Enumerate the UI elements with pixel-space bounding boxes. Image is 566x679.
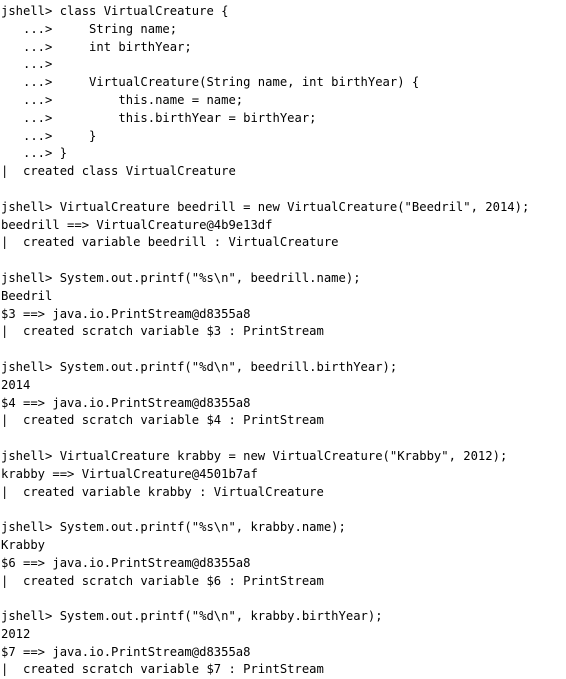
terminal-line: $6 ==> java.io.PrintStream@d8355a8 [1, 555, 251, 570]
terminal-line: beedrill ==> VirtualCreature@4b9e13df [1, 217, 273, 232]
terminal-line: | created class VirtualCreature [1, 164, 236, 179]
terminal-line: ...> int birthYear; [1, 39, 192, 54]
terminal-line: | created scratch variable $4 : PrintStr… [1, 413, 324, 428]
terminal-line: | created scratch variable $7 : PrintStr… [1, 662, 324, 677]
terminal-line: Krabby [1, 537, 46, 552]
terminal-line: 2012 [1, 626, 31, 641]
terminal-line: jshell> System.out.printf("%d\n", krabby… [1, 609, 383, 624]
terminal-line: | created variable krabby : VirtualCreat… [1, 484, 324, 499]
terminal-line: 2014 [1, 377, 31, 392]
terminal-line: | created variable beedrill : VirtualCre… [1, 235, 339, 250]
terminal-line: $7 ==> java.io.PrintStream@d8355a8 [1, 644, 251, 659]
terminal-line: | created scratch variable $3 : PrintStr… [1, 324, 324, 339]
terminal-line: jshell> System.out.printf("%d\n", beedri… [1, 359, 398, 374]
terminal-line: | created scratch variable $6 : PrintStr… [1, 573, 324, 588]
terminal-line: ...> } [1, 128, 97, 143]
terminal-line: jshell> System.out.printf("%s\n", krabby… [1, 520, 346, 535]
terminal-line: jshell> VirtualCreature krabby = new Vir… [1, 448, 508, 463]
terminal-line: ...> } [1, 146, 68, 161]
terminal-line: $4 ==> java.io.PrintStream@d8355a8 [1, 395, 251, 410]
jshell-terminal[interactable]: jshell> class VirtualCreature { ...> Str… [0, 0, 566, 676]
terminal-line: ...> VirtualCreature(String name, int bi… [1, 75, 420, 90]
terminal-line: jshell> System.out.printf("%s\n", beedri… [1, 270, 361, 285]
terminal-line: ...> this.name = name; [1, 92, 244, 107]
terminal-line: jshell> class VirtualCreature { [1, 4, 229, 18]
terminal-line: Beedril [1, 288, 53, 303]
terminal-line: $3 ==> java.io.PrintStream@d8355a8 [1, 306, 251, 321]
terminal-line: ...> this.birthYear = birthYear; [1, 110, 317, 125]
terminal-line: ...> String name; [1, 21, 178, 36]
terminal-line: jshell> VirtualCreature beedrill = new V… [1, 199, 530, 214]
terminal-line: krabby ==> VirtualCreature@4501b7af [1, 466, 258, 481]
terminal-line: ...> [1, 57, 53, 72]
